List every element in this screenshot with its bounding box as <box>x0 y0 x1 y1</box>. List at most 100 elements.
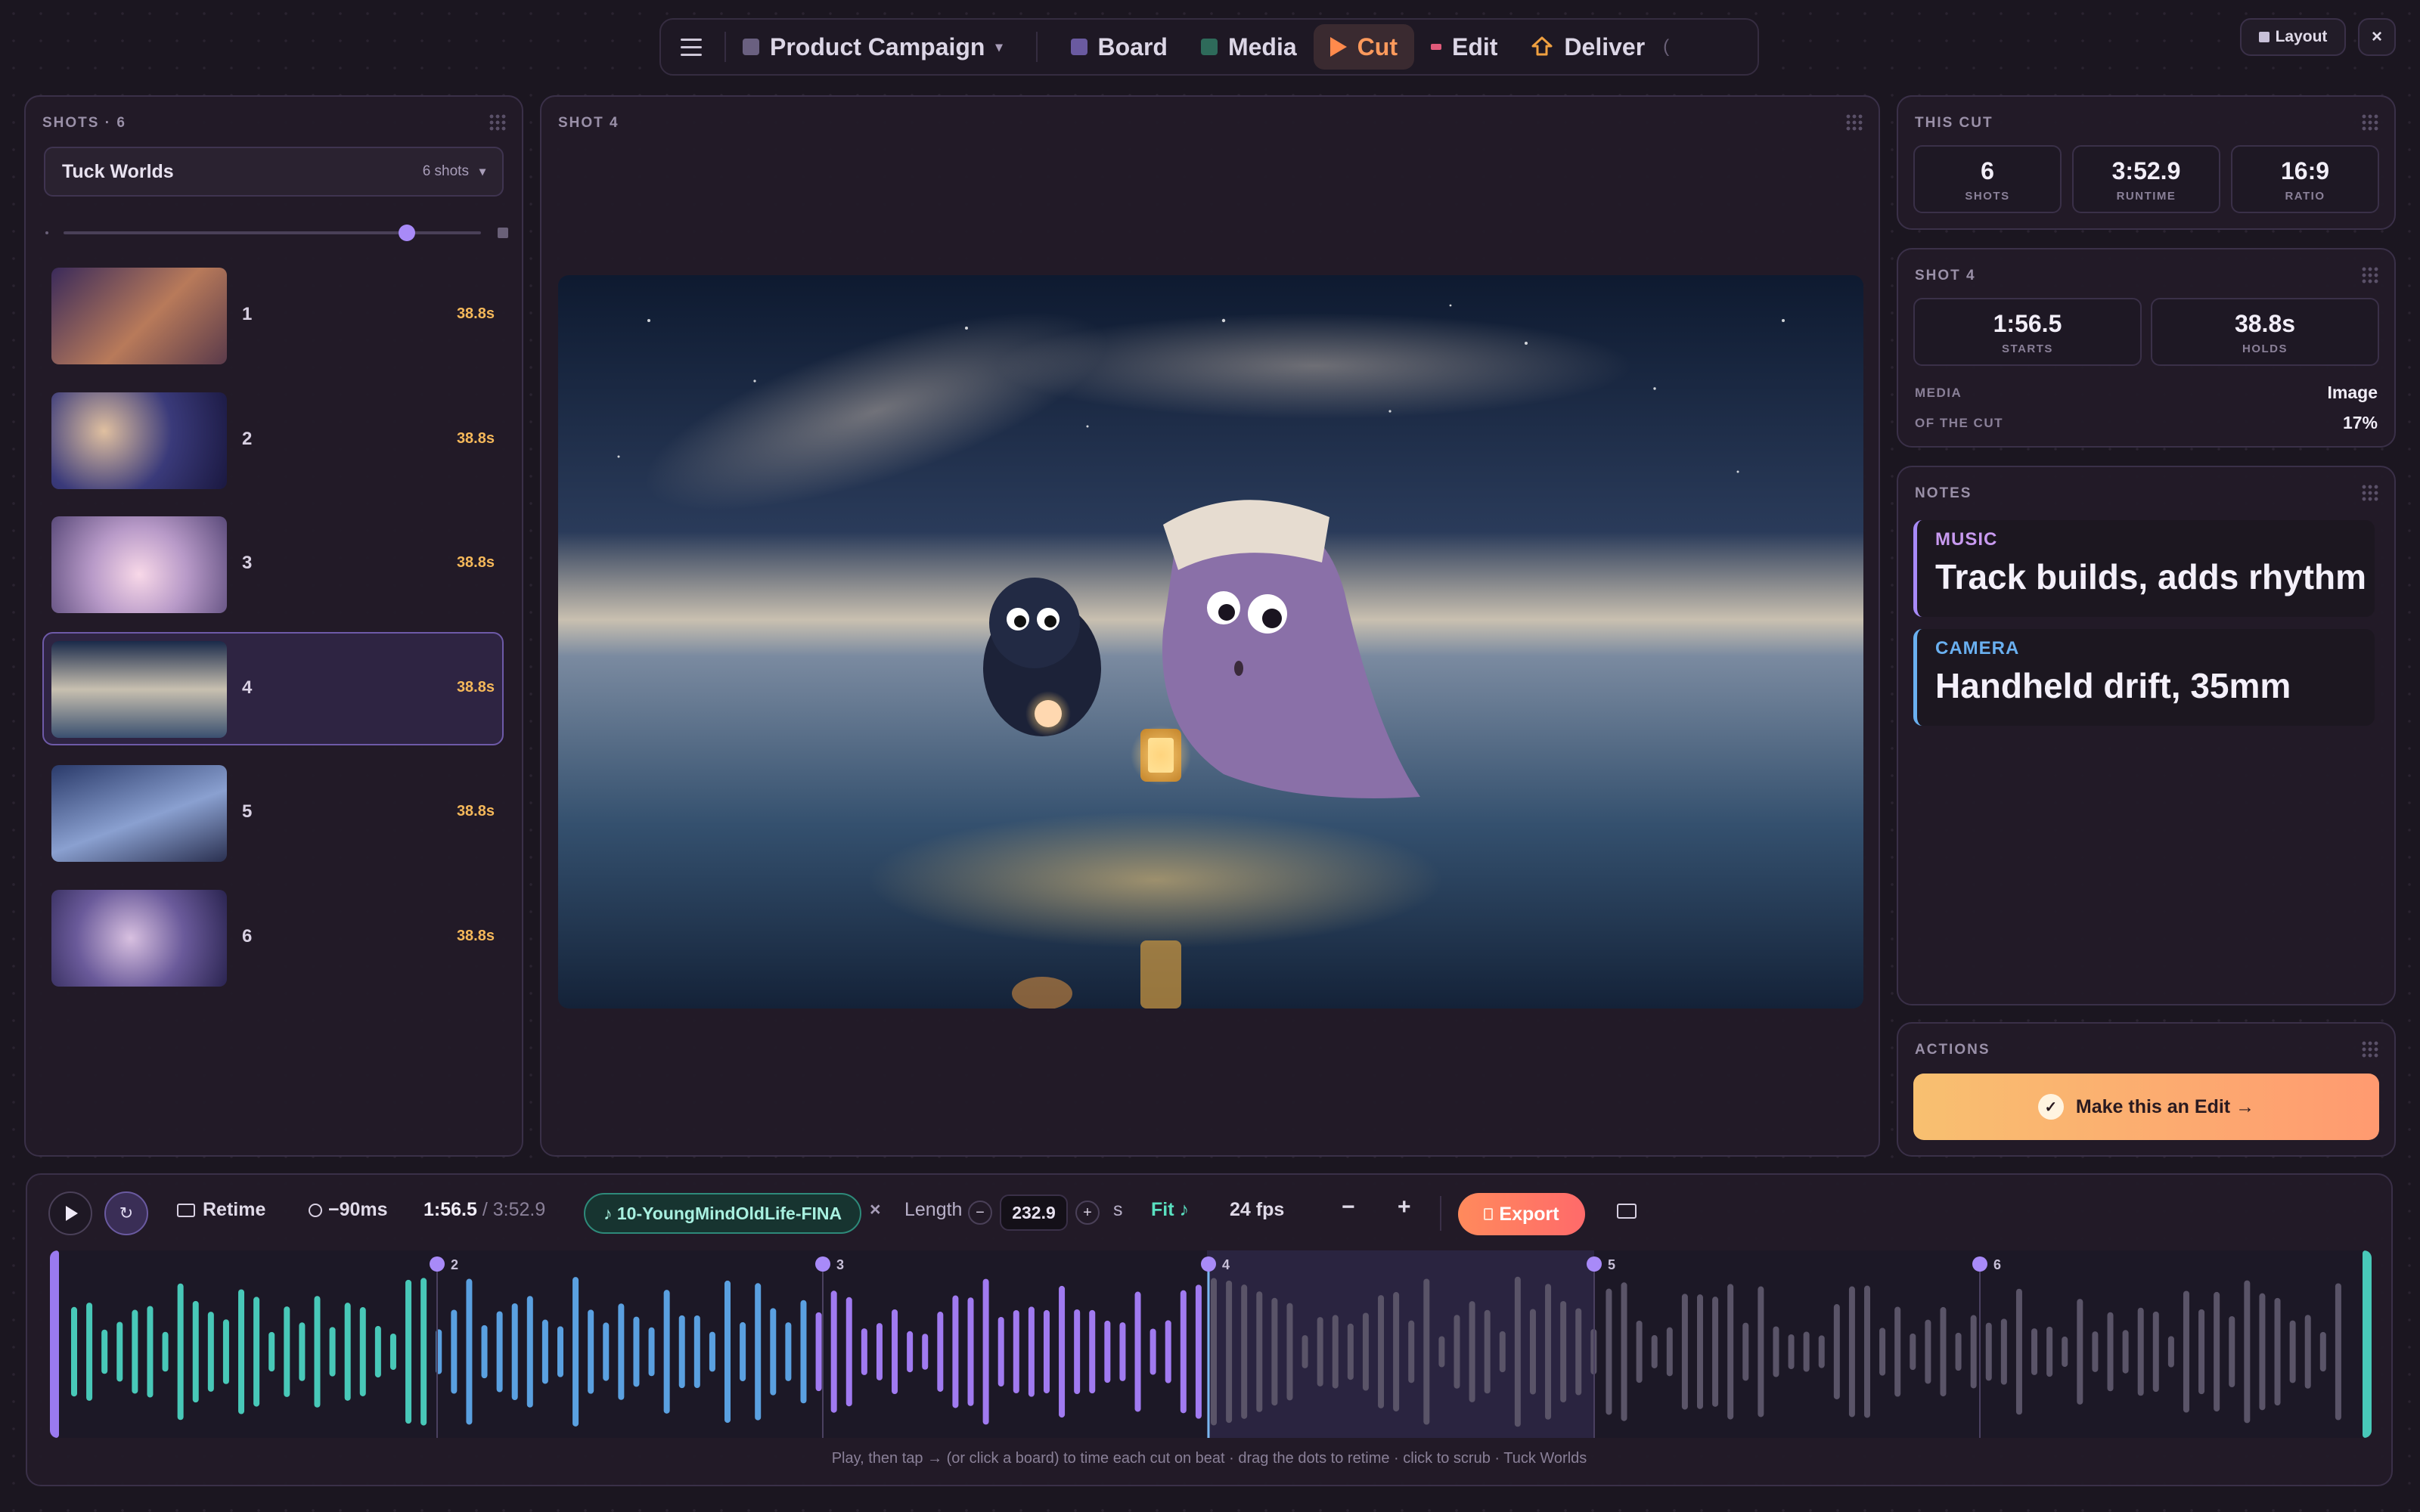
play-icon <box>1329 37 1347 57</box>
drag-handle-icon[interactable] <box>2361 1040 2379 1058</box>
tab-board[interactable]: Board <box>1054 24 1184 70</box>
waveform-bar <box>755 1283 762 1421</box>
thumb-size-slider[interactable] <box>45 218 508 248</box>
waveform-bar <box>1666 1327 1673 1377</box>
audio-track-chip[interactable]: ♪ 10-YoungMindOldLife-FINA <box>584 1193 862 1234</box>
offset-control[interactable]: −90ms <box>309 1199 388 1221</box>
shot-item-2[interactable]: 2 38.8s <box>42 383 504 497</box>
shot-item-5[interactable]: 5 38.8s <box>42 756 504 869</box>
close-button[interactable]: × <box>2358 18 2396 56</box>
layout-button[interactable]: Layout <box>2240 18 2346 56</box>
nav-divider <box>1035 32 1038 62</box>
layout-label: Layout <box>2275 28 2328 45</box>
waveform-bar <box>663 1290 670 1414</box>
waveform-bar <box>86 1303 93 1401</box>
shot-item-3[interactable]: 3 38.8s <box>42 507 504 621</box>
shot-preview-image[interactable] <box>558 275 1863 1009</box>
nav-divider <box>724 32 726 62</box>
export-button[interactable]: Export <box>1458 1193 1585 1235</box>
waveform-bar <box>177 1283 184 1421</box>
cut-marker-dot[interactable] <box>815 1256 830 1272</box>
actions-title: ACTIONS <box>1915 1042 1990 1058</box>
waveform-bar <box>1043 1309 1050 1394</box>
zoom-out-button[interactable]: − <box>1342 1194 1355 1220</box>
trim-handle[interactable] <box>50 1250 59 1438</box>
drag-handle-icon[interactable] <box>1845 113 1863 132</box>
make-edit-label: Make this an Edit → <box>2075 1095 2255 1117</box>
tab-deliver[interactable]: Deliver <box>1514 24 1661 70</box>
fit-button[interactable]: Fit ♪ <box>1151 1199 1189 1221</box>
shot-item-4[interactable]: 4 38.8s <box>42 631 504 745</box>
cut-marker-dot[interactable] <box>1201 1256 1216 1272</box>
chevron-down-icon: ▾ <box>995 39 1003 54</box>
length-input[interactable]: 232.9 <box>1000 1194 1068 1231</box>
tab-cut[interactable]: Cut <box>1313 24 1414 70</box>
waveform-bar <box>952 1295 959 1408</box>
waveform-bar <box>1818 1335 1825 1368</box>
waveform-bar <box>1074 1309 1081 1395</box>
notes-title: NOTES <box>1915 485 1972 501</box>
shot-item-6[interactable]: 6 38.8s <box>42 881 504 994</box>
tab-media[interactable]: Media <box>1184 24 1314 70</box>
active-shot-region <box>1207 1250 1594 1438</box>
sequence-selector[interactable]: Tuck Worlds 6 shots ▾ <box>44 147 504 197</box>
stat-starts: 1:56.5 STARTS <box>1913 298 2142 366</box>
waveform-bar <box>830 1290 837 1413</box>
waveform-bar <box>481 1325 488 1379</box>
waveform-bar <box>405 1279 412 1424</box>
drag-handle-icon[interactable] <box>489 113 507 132</box>
shot-thumbnail <box>51 516 227 613</box>
waveform-bar <box>132 1309 138 1394</box>
zoom-in-button[interactable]: + <box>1398 1194 1411 1220</box>
top-nav: Product Campaign ▾ Board Media Cut Edit … <box>659 18 1759 76</box>
waveform-bar <box>1195 1284 1202 1419</box>
waveform-bar <box>162 1331 169 1372</box>
shot-thumbnail <box>51 889 227 987</box>
waveform-bar <box>907 1331 914 1373</box>
waveform-bar <box>1575 1308 1582 1396</box>
trim-handle[interactable] <box>2363 1250 2372 1438</box>
waveform-bar <box>2183 1290 2189 1413</box>
cut-marker-label: 6 <box>1993 1257 2001 1272</box>
fps-selector[interactable]: 24 fps <box>1230 1199 1284 1221</box>
stat-ratio-value: 16:9 <box>2280 157 2330 184</box>
play-button[interactable] <box>48 1191 92 1235</box>
folder-icon[interactable] <box>1617 1204 1637 1219</box>
waveform-bar <box>1013 1309 1019 1394</box>
waveform-bar <box>603 1322 610 1381</box>
cut-marker-dot[interactable] <box>430 1256 445 1272</box>
length-decrement[interactable]: − <box>968 1201 992 1225</box>
cut-marker-dot[interactable] <box>1587 1256 1602 1272</box>
drag-handle-icon[interactable] <box>2361 484 2379 502</box>
nav-more[interactable]: ( <box>1663 36 1669 57</box>
tab-edit[interactable]: Edit <box>1414 24 1514 70</box>
stat-starts-value: 1:56.5 <box>1993 310 2062 337</box>
slider-track <box>64 231 481 234</box>
length-increment[interactable]: + <box>1075 1201 1100 1225</box>
make-edit-button[interactable]: ✓ Make this an Edit → <box>1913 1074 2379 1140</box>
waveform-bar <box>466 1278 473 1425</box>
remove-track-button[interactable]: × <box>870 1199 881 1221</box>
drag-handle-icon[interactable] <box>2361 266 2379 284</box>
loop-button[interactable]: ↻ <box>104 1191 148 1235</box>
waveform-bar <box>740 1321 746 1382</box>
retime-button[interactable]: Retime <box>177 1199 265 1221</box>
slider-thumb[interactable] <box>398 225 415 241</box>
media-icon <box>1200 39 1218 55</box>
of-cut-value: 17% <box>2342 413 2378 432</box>
stat-ratio: 16:9 RATIO <box>2231 145 2379 213</box>
waveform-bar <box>253 1297 260 1407</box>
cut-marker-dot[interactable] <box>1972 1256 1987 1272</box>
waveform-bar <box>268 1331 275 1372</box>
shot-item-1[interactable]: 1 38.8s <box>42 259 504 372</box>
note-music[interactable]: MUSIC Track builds, adds rhythm <box>1913 520 2375 617</box>
project-selector[interactable]: Product Campaign ▾ <box>743 24 1019 70</box>
waveform-bar <box>982 1278 989 1425</box>
waveform-bar <box>1469 1301 1475 1402</box>
waveform-bar <box>2122 1330 2129 1374</box>
waveform-timeline[interactable]: 2 3 4 5 6 <box>50 1250 2372 1438</box>
menu-icon[interactable] <box>675 30 708 64</box>
waveform-bar <box>1484 1309 1491 1394</box>
drag-handle-icon[interactable] <box>2361 113 2379 132</box>
note-camera[interactable]: CAMERA Handheld drift, 35mm <box>1913 629 2375 726</box>
